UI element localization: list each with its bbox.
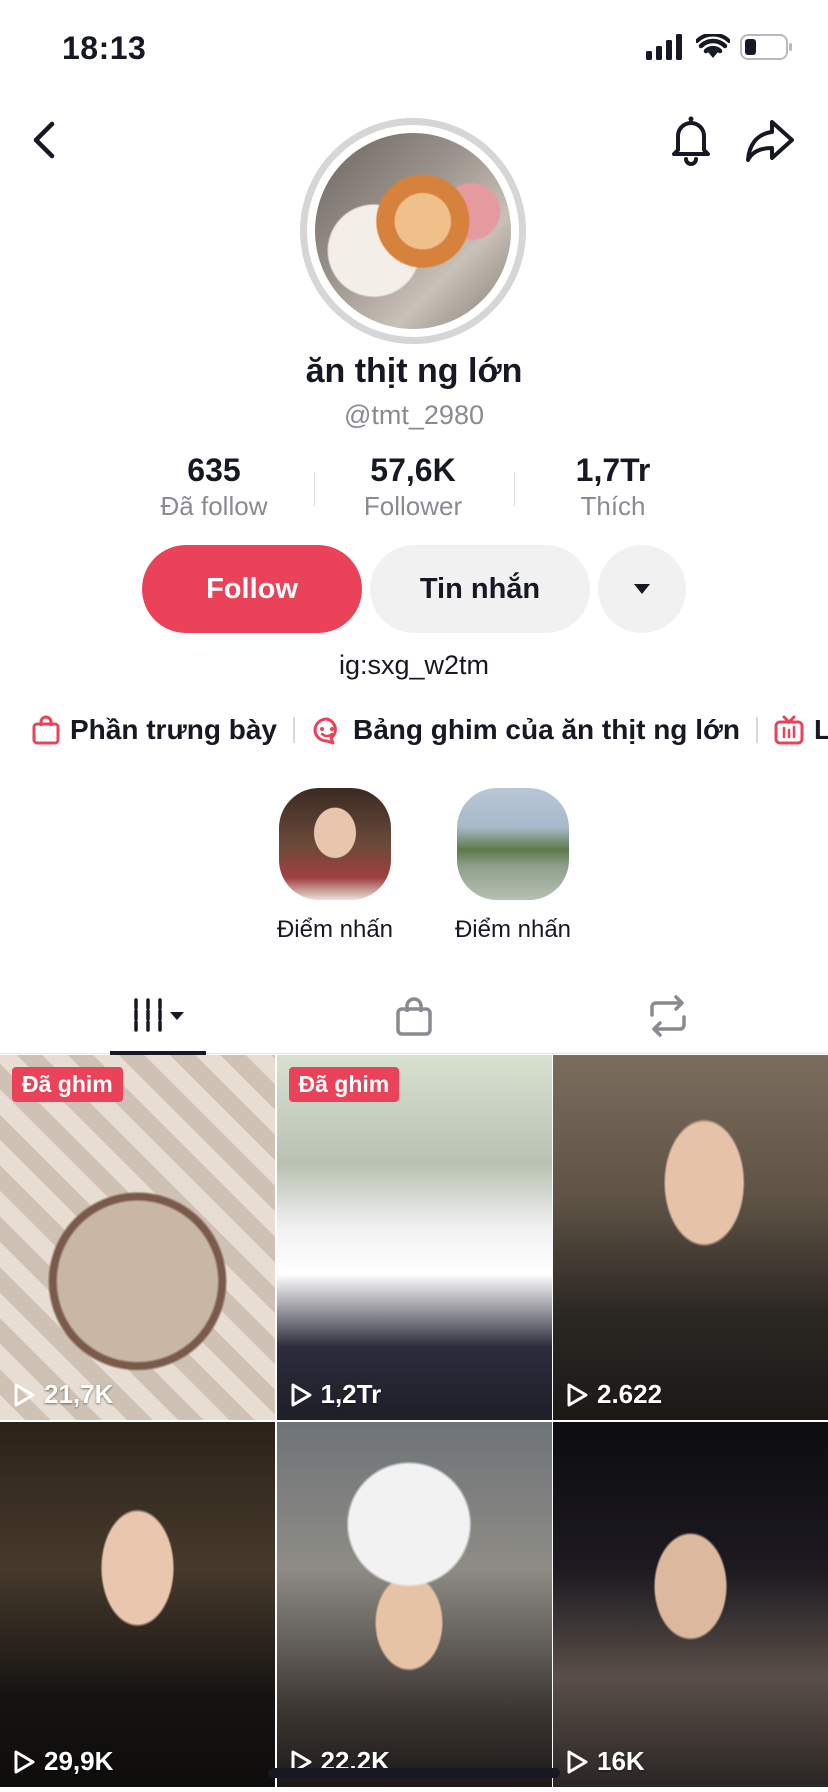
- highlight-label: Điểm nhấn: [276, 916, 394, 943]
- video-thumbnail[interactable]: 22,2K: [276, 1422, 552, 1787]
- caret-down-icon: [634, 584, 650, 594]
- play-icon: [14, 1750, 35, 1773]
- view-count: 1,2Tr: [289, 1379, 382, 1410]
- share-arrow-icon[interactable]: [744, 116, 796, 164]
- highlight-item[interactable]: Điểm nhấn: [270, 788, 400, 944]
- signal-icon: [646, 34, 682, 60]
- view-count-value: 29,9K: [44, 1746, 114, 1776]
- username: @tmt_2980: [344, 400, 484, 430]
- follow-button[interactable]: Follow: [142, 545, 362, 633]
- highlight-thumbnail: [457, 788, 569, 900]
- highlight-label: Điểm nhấn: [454, 916, 572, 943]
- pin-board-icon: [313, 717, 337, 745]
- view-count-value: 16K: [597, 1746, 645, 1776]
- showcase-link[interactable]: Phần trưng bày: [32, 714, 277, 746]
- grid-bars-icon: [134, 998, 184, 1034]
- content-tabs: [0, 978, 828, 1055]
- stat-followers[interactable]: 57,6K Follower: [328, 452, 498, 522]
- notification-bell-icon[interactable]: [666, 112, 716, 166]
- stat-following-label: Đã follow: [160, 491, 268, 521]
- pinned-badge: Đã ghim: [288, 1067, 400, 1102]
- shopping-bag-icon: [32, 715, 60, 745]
- bio-text: ig:sxg_w2tm: [338, 650, 490, 680]
- live-tv-icon: [774, 715, 804, 745]
- profile-links-row: Phần trưng bày Bảng ghim của ăn thịt ng …: [32, 710, 828, 750]
- message-button[interactable]: Tin nhắn: [370, 545, 590, 633]
- pin-board-link[interactable]: Bảng ghim của ăn thịt ng lớn: [311, 714, 740, 746]
- view-count: 29,9K: [12, 1746, 113, 1777]
- tab-videos[interactable]: [110, 978, 206, 1054]
- highlights-row: Điểm nhấn Điểm nhấn: [270, 788, 578, 944]
- stat-following[interactable]: 635 Đã follow: [129, 452, 299, 522]
- view-count: 2.622: [565, 1379, 662, 1410]
- live-link[interactable]: LI: [774, 714, 828, 746]
- stat-followers-value: 57,6K: [370, 452, 456, 488]
- avatar-image: [315, 133, 511, 329]
- status-icons: [646, 34, 794, 60]
- tab-shop[interactable]: [378, 978, 450, 1054]
- repost-icon: [650, 995, 686, 1037]
- profile-avatar[interactable]: [300, 118, 526, 344]
- showcase-link-label: Phần trưng bày: [70, 714, 277, 745]
- stat-likes-value: 1,7Tr: [575, 452, 651, 488]
- pinned-badge: Đã ghim: [12, 1067, 123, 1102]
- link-separator: [292, 717, 295, 743]
- home-indicator[interactable]: [268, 1768, 560, 1778]
- more-options-button[interactable]: [598, 545, 686, 633]
- status-time: 18:13: [62, 30, 147, 66]
- view-count: 21,7K: [12, 1379, 113, 1410]
- stat-followers-label: Follower: [363, 491, 463, 521]
- play-icon: [567, 1383, 588, 1406]
- stat-following-value: 635: [187, 452, 241, 488]
- play-icon: [14, 1383, 35, 1406]
- video-thumbnail[interactable]: Đã ghim 1,2Tr: [276, 1055, 552, 1420]
- link-separator: [755, 717, 758, 743]
- stat-divider: [514, 472, 515, 506]
- highlight-thumbnail: [279, 788, 391, 900]
- stat-divider: [314, 472, 315, 506]
- video-thumbnail[interactable]: Đã ghim 21,7K: [0, 1055, 275, 1420]
- highlight-item[interactable]: Điểm nhấn: [448, 788, 578, 944]
- view-count-value: 21,7K: [44, 1379, 114, 1409]
- video-grid: Đã ghim 21,7K Đã ghim 1,2Tr 2.622 29,9K …: [0, 1055, 828, 1787]
- pin-board-link-label: Bảng ghim của ăn thịt ng lớn: [352, 714, 740, 745]
- display-name: ăn thịt ng lớn: [305, 352, 523, 390]
- video-thumbnail[interactable]: 16K: [553, 1422, 828, 1787]
- video-thumbnail[interactable]: 29,9K: [0, 1422, 275, 1787]
- wifi-icon: [696, 34, 730, 58]
- video-thumbnail[interactable]: 2.622: [553, 1055, 828, 1420]
- view-count-value: 1,2Tr: [320, 1379, 382, 1409]
- play-icon: [567, 1750, 588, 1773]
- tab-reposts[interactable]: [630, 978, 706, 1054]
- status-bar: 18:13: [0, 0, 828, 100]
- view-count-value: 2.622: [597, 1379, 663, 1409]
- profile-stats: 635 Đã follow 57,6K Follower 1,7Tr Thích: [0, 452, 828, 528]
- view-count: 16K: [565, 1746, 645, 1777]
- shopping-bag-icon: [396, 997, 432, 1036]
- back-chevron-icon[interactable]: [26, 118, 66, 162]
- play-icon: [291, 1383, 311, 1406]
- live-link-label: LI: [813, 714, 828, 745]
- stat-likes-label: Thích: [580, 491, 646, 521]
- battery-icon: [740, 34, 792, 60]
- stat-likes: 1,7Tr Thích: [528, 452, 698, 522]
